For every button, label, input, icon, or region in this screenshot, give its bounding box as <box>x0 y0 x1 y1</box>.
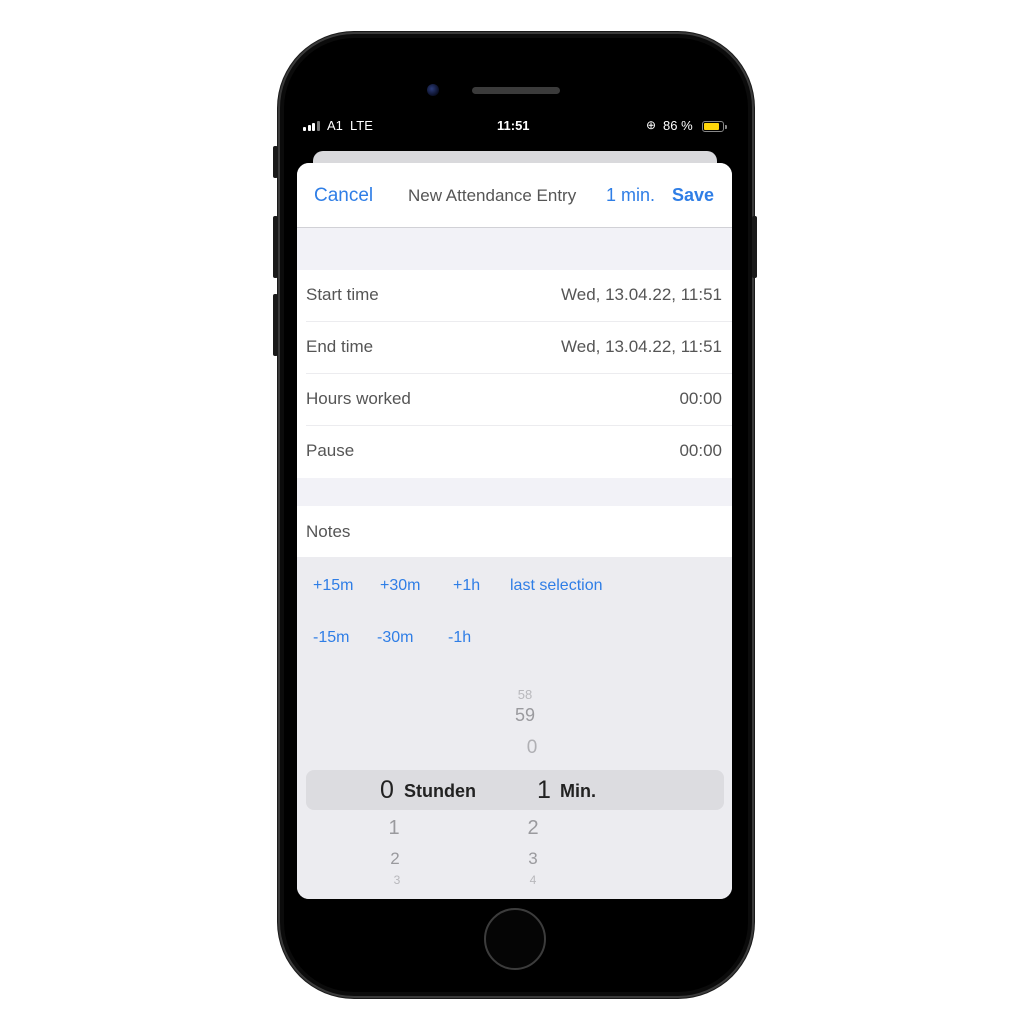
volume-up-button <box>273 216 278 278</box>
minute-option[interactable]: 3 <box>513 849 553 869</box>
hour-option[interactable]: 2 <box>375 849 415 869</box>
start-time-label: Start time <box>306 285 379 304</box>
save-button[interactable]: Save <box>672 185 714 206</box>
hours-worked-value: 00:00 <box>679 389 722 408</box>
cancel-button[interactable]: Cancel <box>314 185 373 207</box>
battery-level-fill <box>704 123 720 130</box>
time-fields-group: Start time Wed, 13.04.22, 11:51 End time… <box>297 270 732 478</box>
minutes-unit-label: Min. <box>560 781 596 801</box>
notes-label: Notes <box>306 522 351 541</box>
hours-worked-label: Hours worked <box>306 389 411 408</box>
notes-field[interactable]: Notes <box>297 506 732 557</box>
last-selection-button[interactable]: last selection <box>510 577 603 595</box>
add-1h-button[interactable]: +1h <box>453 577 480 595</box>
subtract-30m-button[interactable]: -30m <box>377 629 413 647</box>
orientation-lock-icon: ⊕ <box>646 118 657 132</box>
start-time-row[interactable]: Start time Wed, 13.04.22, 11:51 <box>297 270 732 322</box>
minute-option[interactable]: 59 <box>505 705 545 726</box>
end-time-label: End time <box>306 337 374 356</box>
minutes-selected-value[interactable]: 1 <box>537 776 551 805</box>
hour-option[interactable]: 3 <box>377 873 417 887</box>
volume-down-button <box>273 294 278 356</box>
minute-option[interactable]: 58 <box>505 687 545 702</box>
hour-option[interactable]: 1 <box>374 817 414 840</box>
navigation-bar: Cancel New Attendance Entry 1 min. Save <box>297 163 732 228</box>
minute-option[interactable]: 0 <box>512 737 552 759</box>
earpiece-speaker <box>472 87 560 94</box>
subtract-15m-button[interactable]: -15m <box>313 629 349 647</box>
attendance-entry-sheet: Cancel New Attendance Entry 1 min. Save … <box>297 163 732 899</box>
battery-percent: 86 % <box>663 118 693 133</box>
battery-cap <box>725 125 727 129</box>
status-time: 11:51 <box>497 118 530 133</box>
end-time-value: Wed, 13.04.22, 11:51 <box>561 337 722 356</box>
add-15m-button[interactable]: +15m <box>313 577 353 595</box>
network-label: LTE <box>350 118 373 133</box>
pause-value: 00:00 <box>679 441 722 460</box>
pause-label: Pause <box>306 441 355 460</box>
page-title: New Attendance Entry <box>408 186 577 205</box>
subtract-1h-button[interactable]: -1h <box>448 629 471 647</box>
signal-strength-icon <box>303 121 320 131</box>
add-30m-button[interactable]: +30m <box>380 577 420 595</box>
duration-picker-area: +15m +30m +1h last selection -15m -30m -… <box>297 557 732 899</box>
power-button <box>752 216 757 278</box>
end-time-row[interactable]: End time Wed, 13.04.22, 11:51 <box>297 322 732 374</box>
minute-option[interactable]: 4 <box>513 873 553 887</box>
start-time-value: Wed, 13.04.22, 11:51 <box>561 285 722 304</box>
minute-option[interactable]: 2 <box>513 817 553 840</box>
hours-selected-value[interactable]: 0 <box>380 776 394 805</box>
picker-selection-band <box>306 770 724 810</box>
battery-icon <box>702 121 724 132</box>
mute-switch <box>273 146 278 178</box>
carrier-label: A1 <box>327 118 343 133</box>
hours-unit-label: Stunden <box>404 781 476 801</box>
duration-label: 1 min. <box>606 185 656 205</box>
pause-row[interactable]: Pause 00:00 <box>297 426 732 478</box>
hours-worked-row[interactable]: Hours worked 00:00 <box>297 374 732 426</box>
front-camera <box>427 84 439 96</box>
home-button[interactable] <box>484 908 546 970</box>
